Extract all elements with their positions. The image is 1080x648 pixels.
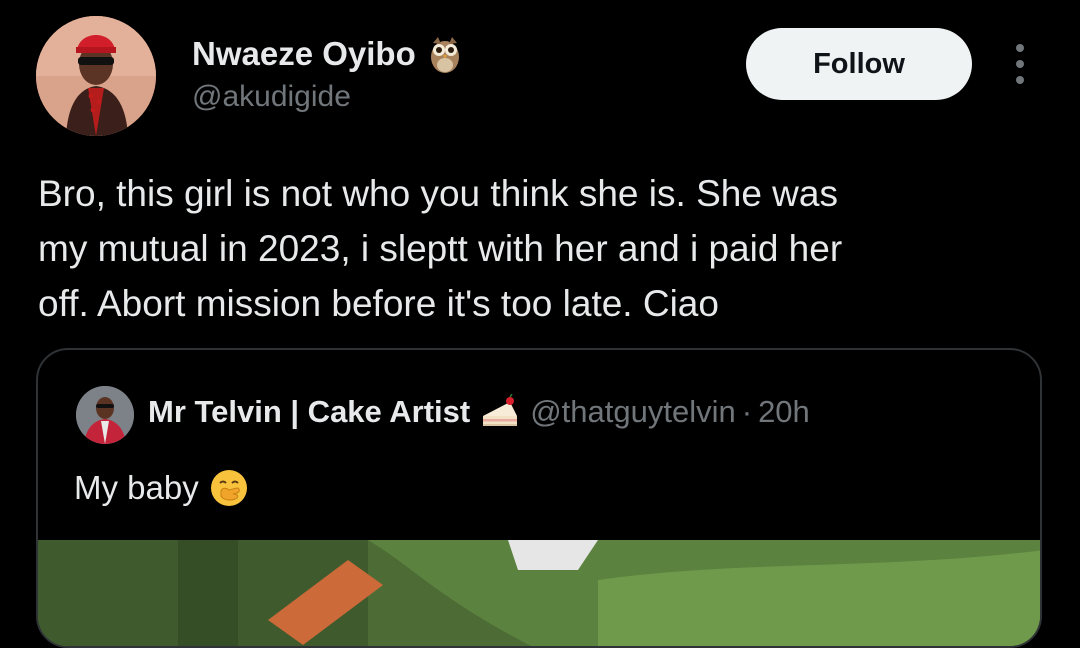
quoted-media-image[interactable] — [38, 540, 1040, 646]
post-text-line: Bro, this girl is not who you think she … — [38, 173, 838, 214]
more-dot — [1016, 76, 1024, 84]
owl-icon — [428, 34, 462, 74]
more-dot — [1016, 44, 1024, 52]
quoted-timestamp[interactable]: 20h — [758, 394, 810, 430]
author-avatar[interactable] — [36, 16, 156, 136]
quoted-handle[interactable]: @thatguytelvin — [530, 394, 736, 430]
quoted-post[interactable]: Mr Telvin | Cake Artist @thatguytelvin ·… — [36, 348, 1042, 648]
author-name-text: Nwaeze Oyibo — [192, 35, 416, 72]
follow-button[interactable]: Follow — [746, 28, 972, 100]
face-with-hand-over-mouth-icon — [209, 468, 249, 508]
cake-slice-icon — [480, 393, 520, 430]
quoted-text: My baby — [74, 468, 249, 508]
quoted-avatar-photo — [76, 386, 134, 444]
quoted-text-content: My baby — [74, 469, 199, 506]
avatar-photo — [36, 16, 156, 136]
quoted-header: Mr Telvin | Cake Artist @thatguytelvin ·… — [148, 393, 810, 430]
post-text-line: my mutual in 2023, i sleptt with her and… — [38, 228, 843, 269]
post-text: Bro, this girl is not who you think she … — [38, 166, 1048, 331]
author-display-name[interactable]: Nwaeze Oyibo — [192, 34, 462, 74]
separator-dot: · — [741, 394, 753, 429]
quoted-author-avatar[interactable] — [76, 386, 134, 444]
quoted-display-name[interactable]: Mr Telvin | Cake Artist — [148, 394, 470, 430]
more-options-icon[interactable] — [1008, 44, 1032, 84]
more-dot — [1016, 60, 1024, 68]
author-handle[interactable]: @akudigide — [192, 80, 351, 114]
post-text-line: off. Abort mission before it's too late.… — [38, 283, 719, 324]
media-photo — [38, 540, 1040, 646]
